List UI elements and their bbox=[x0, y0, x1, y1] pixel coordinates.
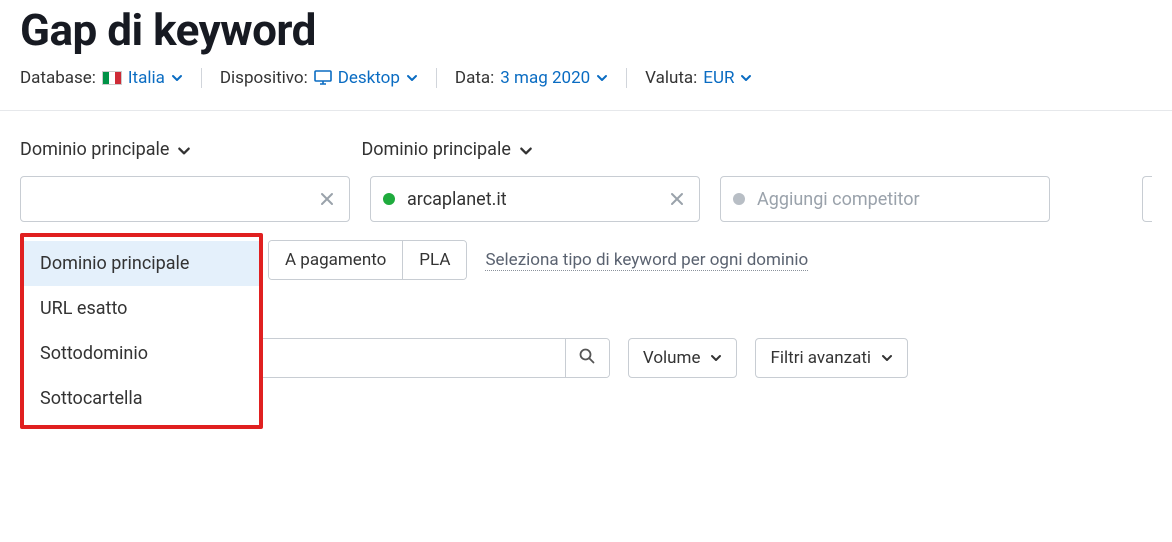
dropdown-option-subfolder[interactable]: Sottocartella bbox=[24, 376, 259, 421]
domain-type-label: Dominio principale bbox=[20, 139, 169, 160]
domain-input-1[interactable] bbox=[20, 176, 350, 222]
domain-selector-row: Dominio principale Dominio principale bbox=[20, 139, 1152, 160]
domain-value: arcaplanet.it bbox=[407, 189, 655, 210]
desktop-icon bbox=[314, 70, 332, 86]
dropdown-option-exact-url[interactable]: URL esatto bbox=[24, 286, 259, 331]
chevron-down-icon bbox=[171, 72, 183, 84]
clear-icon[interactable] bbox=[667, 189, 687, 209]
database-value: Italia bbox=[128, 68, 165, 88]
chevron-down-icon bbox=[177, 144, 189, 156]
divider bbox=[201, 68, 202, 88]
add-competitor-placeholder: Aggiungi competitor bbox=[757, 189, 1037, 210]
device-value: Desktop bbox=[338, 68, 400, 88]
add-competitor-input[interactable]: Aggiungi competitor bbox=[720, 176, 1050, 222]
currency-label: Valuta: bbox=[645, 68, 697, 88]
partial-input bbox=[1142, 176, 1152, 222]
domain-inputs-row: arcaplanet.it Aggiungi competitor bbox=[20, 176, 1152, 222]
chevron-down-icon bbox=[519, 144, 531, 156]
keyword-type-group: A pagamento PLA bbox=[268, 240, 467, 280]
advanced-label: Filtri avanzati bbox=[770, 348, 871, 368]
dropdown-option-root-domain[interactable]: Dominio principale bbox=[24, 241, 259, 286]
meta-date[interactable]: Data: 3 mag 2020 bbox=[455, 68, 608, 88]
currency-value: EUR bbox=[703, 68, 734, 88]
domain-type-selector-2[interactable]: Dominio principale bbox=[361, 139, 530, 160]
type-pla-button[interactable]: PLA bbox=[403, 241, 466, 279]
domain-type-dropdown: Dominio principale URL esatto Sottodomin… bbox=[20, 233, 263, 429]
meta-currency[interactable]: Valuta: EUR bbox=[645, 68, 752, 88]
type-paid-button[interactable]: A pagamento bbox=[269, 241, 403, 279]
meta-device[interactable]: Dispositivo: Desktop bbox=[220, 68, 418, 88]
meta-database[interactable]: Database: Italia bbox=[20, 68, 183, 88]
date-label: Data: bbox=[455, 68, 494, 88]
clear-icon[interactable] bbox=[317, 189, 337, 209]
chevron-down-icon bbox=[406, 72, 418, 84]
flag-italy-icon bbox=[102, 71, 122, 85]
status-dot-icon bbox=[383, 193, 395, 205]
dropdown-option-subdomain[interactable]: Sottodominio bbox=[24, 331, 259, 376]
volume-label: Volume bbox=[643, 348, 701, 368]
domain-input-2[interactable]: arcaplanet.it bbox=[370, 176, 700, 222]
status-dot-icon bbox=[733, 193, 745, 205]
divider bbox=[626, 68, 627, 88]
advanced-filters[interactable]: Filtri avanzati bbox=[755, 338, 908, 378]
domain-type-label: Dominio principale bbox=[361, 139, 510, 160]
divider-line bbox=[0, 110, 1172, 111]
chevron-down-icon bbox=[710, 352, 722, 364]
device-label: Dispositivo: bbox=[220, 68, 308, 88]
select-type-per-domain-link[interactable]: Seleziona tipo di keyword per ogni domin… bbox=[485, 250, 808, 271]
date-value: 3 mag 2020 bbox=[500, 68, 590, 88]
divider bbox=[436, 68, 437, 88]
chevron-down-icon bbox=[596, 72, 608, 84]
search-button[interactable] bbox=[565, 339, 609, 377]
meta-row: Database: Italia Dispositivo: Desktop Da… bbox=[20, 68, 1152, 88]
volume-filter[interactable]: Volume bbox=[628, 338, 738, 378]
domain-type-selector-1[interactable]: Dominio principale bbox=[20, 139, 189, 160]
chevron-down-icon bbox=[881, 352, 893, 364]
search-icon bbox=[578, 347, 596, 369]
database-label: Database: bbox=[20, 68, 96, 88]
page-title: Gap di keyword bbox=[20, 4, 1152, 56]
chevron-down-icon bbox=[740, 72, 752, 84]
